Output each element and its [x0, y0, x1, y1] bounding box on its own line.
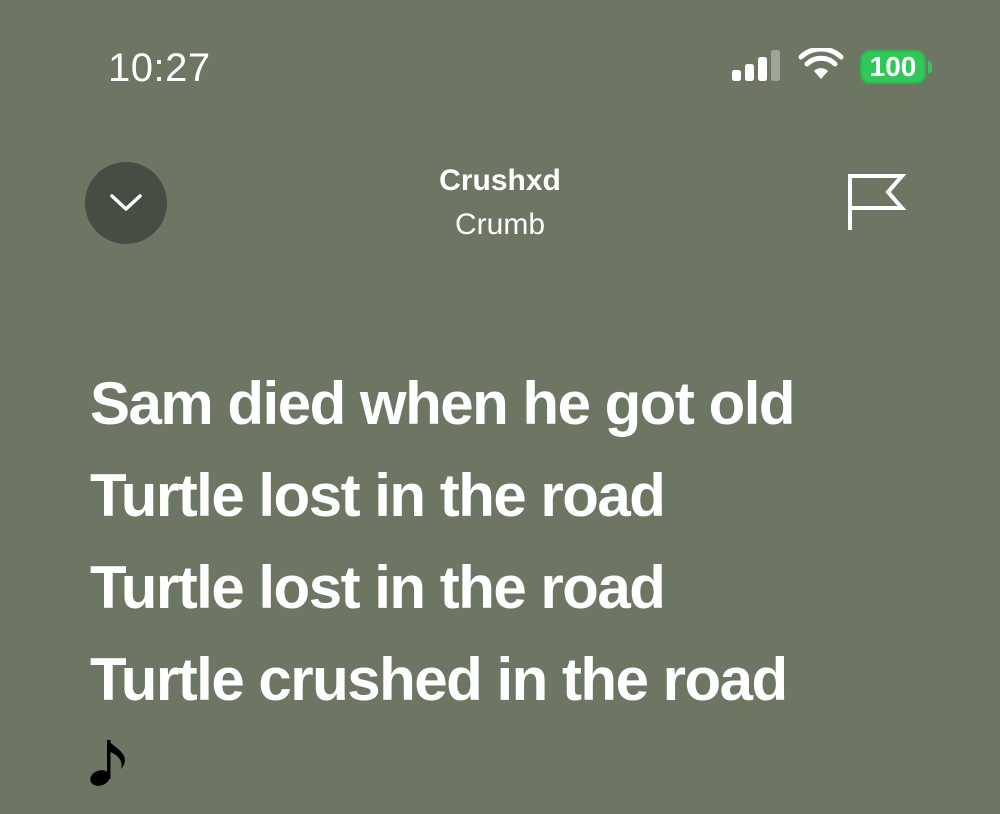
status-bar: 10:27 100	[0, 0, 1000, 110]
battery-icon: 100	[860, 50, 934, 84]
wifi-icon	[798, 48, 844, 79]
lyric-line[interactable]: Turtle crushed in the road	[90, 634, 970, 726]
chevron-down-icon	[110, 194, 142, 211]
lyric-line[interactable]: Turtle lost in the road	[90, 542, 970, 634]
song-title: Crushxd	[439, 164, 561, 197]
lyric-line[interactable]: Sam died when he got old	[90, 358, 970, 450]
track-info: Crushxd Crumb	[300, 162, 700, 246]
battery-level: 100	[869, 51, 917, 82]
music-note-icon	[90, 740, 125, 786]
signal-icon	[732, 50, 780, 81]
collapse-button[interactable]	[85, 162, 167, 244]
status-time: 10:27	[108, 46, 211, 90]
player-header: Crushxd Crumb	[0, 140, 1000, 260]
lyrics-panel: Sam died when he got old Turtle lost in …	[90, 358, 970, 726]
artist-name: Crumb	[454, 208, 545, 241]
lyric-line[interactable]: Turtle lost in the road	[90, 450, 970, 542]
flag-icon[interactable]	[842, 170, 908, 234]
